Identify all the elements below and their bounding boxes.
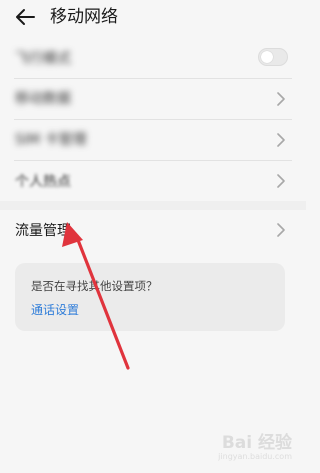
- airplane-mode-toggle[interactable]: [258, 48, 288, 66]
- header-bar: 移动网络: [0, 0, 306, 36]
- personal-hotspot-row[interactable]: 个人热点: [0, 161, 306, 201]
- page-title: 移动网络: [50, 7, 118, 27]
- watermark-brand: Bai 经验: [221, 433, 292, 453]
- row-label-sim-management: SIM 卡管理: [15, 132, 87, 148]
- mobile-data-row[interactable]: 移动数据: [0, 79, 306, 119]
- section-gap: [0, 201, 306, 210]
- chevron-right-icon: [277, 174, 285, 188]
- watermark: Bai 经验 jingyan.baidu.com: [182, 428, 292, 466]
- row-label-mobile-data: 移动数据: [15, 91, 71, 107]
- row-label-airplane-mode: 飞行模式: [15, 51, 71, 67]
- chevron-right-icon: [277, 92, 285, 106]
- suggestion-question: 是否在寻找其他设置项？: [31, 279, 158, 293]
- watermark-url: jingyan.baidu.com: [218, 452, 292, 461]
- row-label-personal-hotspot: 个人热点: [15, 174, 71, 190]
- data-usage-row[interactable]: 流量管理: [0, 211, 306, 251]
- chevron-right-icon: [277, 223, 285, 237]
- chevron-right-icon: [277, 133, 285, 147]
- sim-management-row[interactable]: SIM 卡管理: [0, 120, 306, 160]
- back-arrow-icon[interactable]: [14, 6, 36, 28]
- call-settings-link[interactable]: 通话设置: [31, 303, 79, 317]
- toggle-knob: [261, 51, 273, 63]
- suggestion-card: 是否在寻找其他设置项？ 通话设置: [15, 263, 285, 331]
- row-label-data-usage: 流量管理: [15, 223, 71, 239]
